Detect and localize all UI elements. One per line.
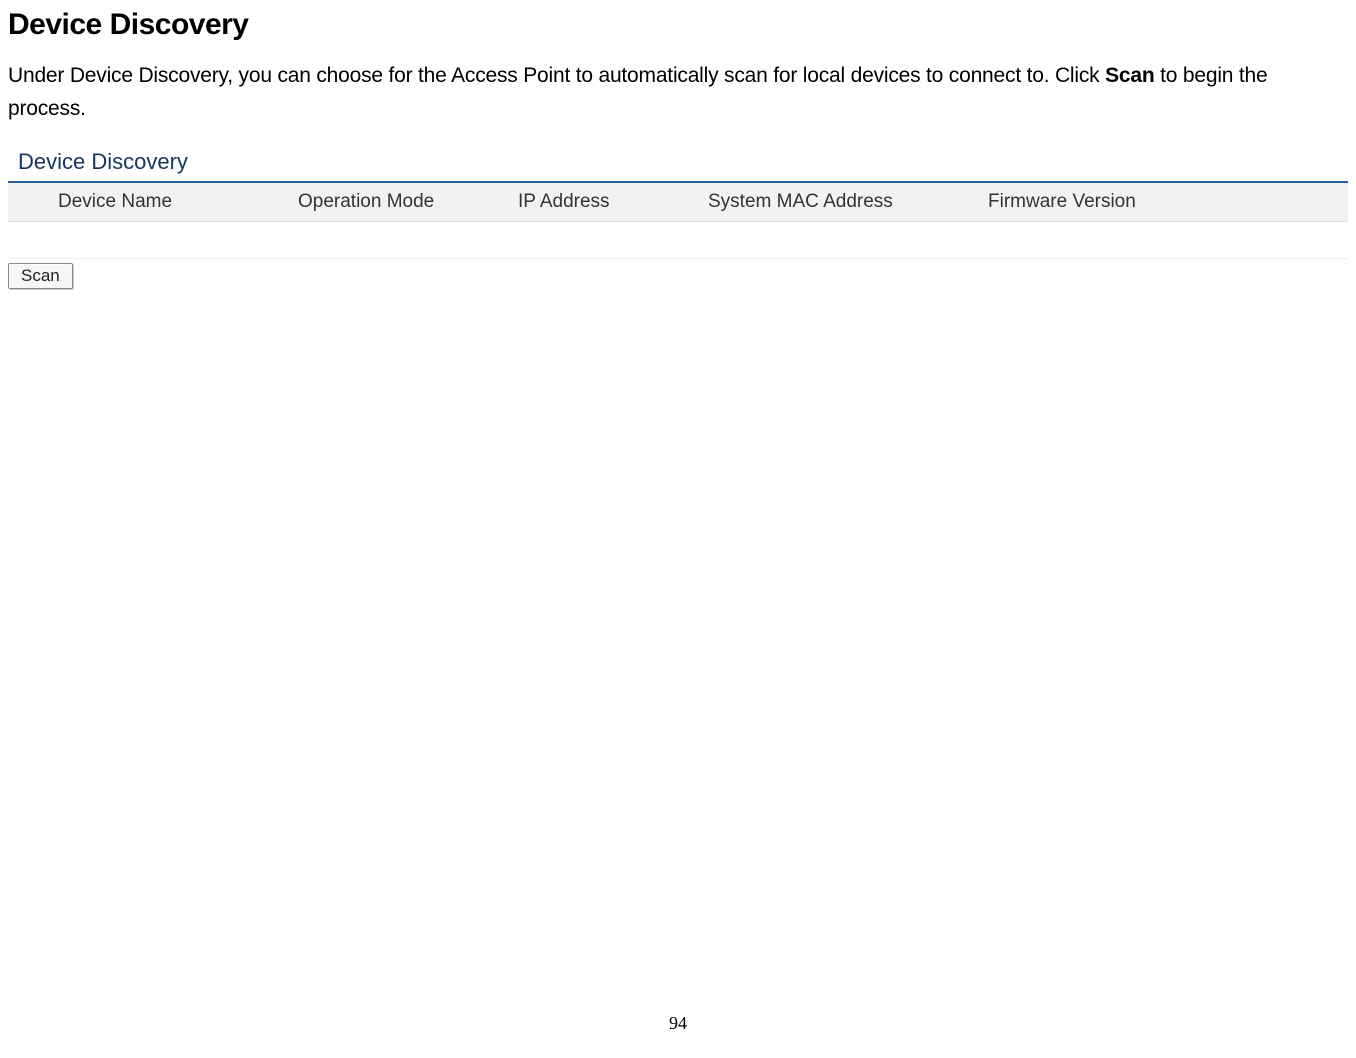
intro-paragraph: Under Device Discovery, you can choose f… (8, 60, 1348, 125)
col-operation-mode: Operation Mode (288, 183, 508, 222)
col-firmware-version: Firmware Version (978, 183, 1348, 222)
panel-title: Device Discovery (8, 143, 1348, 183)
page-number: 94 (0, 1013, 1356, 1034)
device-discovery-table: Device Name Operation Mode IP Address Sy… (8, 183, 1348, 259)
col-device-name: Device Name (8, 183, 288, 222)
device-discovery-panel: Device Discovery Device Name Operation M… (8, 143, 1348, 289)
intro-text-pre: Under Device Discovery, you can choose f… (8, 64, 1105, 87)
table-row (8, 222, 1348, 259)
col-ip-address: IP Address (508, 183, 698, 222)
table-header-row: Device Name Operation Mode IP Address Sy… (8, 183, 1348, 222)
section-title: Device Discovery (8, 8, 1348, 42)
col-system-mac-address: System MAC Address (698, 183, 978, 222)
scan-button[interactable]: Scan (8, 263, 73, 289)
intro-text-bold: Scan (1105, 64, 1154, 87)
